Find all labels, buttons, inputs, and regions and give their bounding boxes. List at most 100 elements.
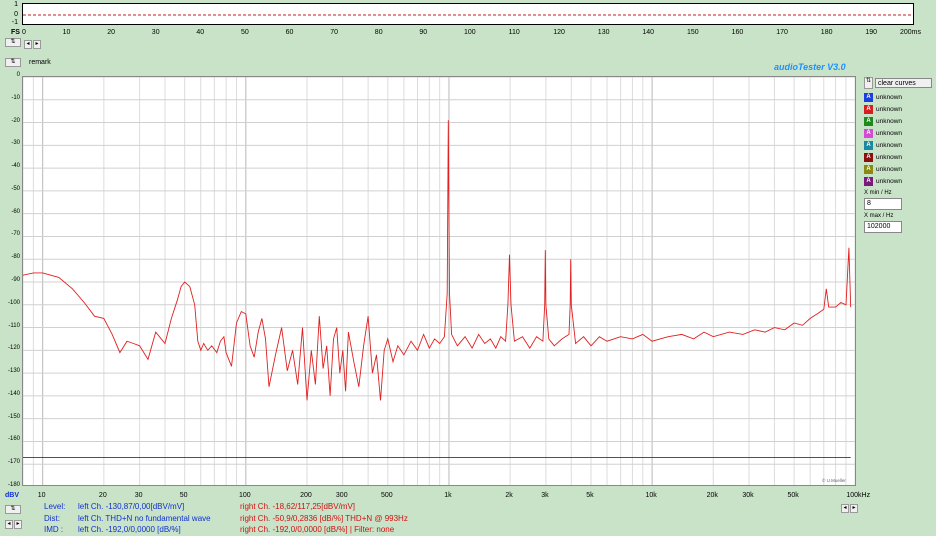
top-y-spinner[interactable]: ⇅	[5, 38, 21, 47]
time-tick-label: 90	[419, 29, 428, 36]
x-tick-label: 1k	[444, 492, 452, 499]
x-tick-label: 3k	[541, 492, 549, 499]
x-tick-label: 200	[300, 492, 312, 499]
legend-item[interactable]: Aunknown	[864, 151, 932, 163]
legend-item-label: unknown	[876, 153, 903, 161]
y-tick-label: -180	[7, 482, 20, 488]
time-tick-label: 140	[642, 29, 655, 36]
fs-label: FS	[11, 29, 20, 36]
legend-item[interactable]: Aunknown	[864, 163, 932, 175]
y-tick-label: -170	[7, 459, 20, 466]
level-right-value: right Ch. -18,62/117,25[dBV/mV]	[240, 502, 356, 511]
legend-item[interactable]: Aunknown	[864, 127, 932, 139]
level-left-value: left Ch. -130,87/0,00[dBV/mV]	[78, 502, 185, 511]
time-tick-label: 20	[107, 29, 115, 36]
time-tick-label: 10	[62, 29, 71, 36]
xmax-label: X max / Hz	[864, 213, 894, 219]
legend-item-label: unknown	[876, 93, 903, 101]
x-tick-label: 2k	[505, 492, 513, 499]
legend-item[interactable]: Aunknown	[864, 139, 932, 151]
time-tick-label: 50	[241, 29, 249, 36]
y-tick-label: -70	[11, 231, 20, 238]
time-tick-label: 70	[330, 29, 338, 36]
y-tick-label: -100	[7, 299, 20, 306]
time-tick-label: 30	[151, 29, 160, 36]
x-tick-label: 50k	[787, 492, 799, 499]
time-tick-label: 130	[597, 29, 610, 36]
legend-item-label: unknown	[876, 177, 903, 185]
x-tick-label: 500	[380, 492, 393, 499]
legend-swatch-icon[interactable]: A	[864, 92, 873, 102]
xmin-input[interactable]: 8	[864, 198, 902, 210]
x-tick-label: 5k	[586, 492, 594, 499]
y-tick-label: -110	[8, 322, 20, 329]
time-tick-label: 100	[464, 29, 476, 36]
time-domain-svg	[23, 14, 913, 16]
legend-item[interactable]: Aunknown	[864, 103, 932, 115]
fs-value: 0	[22, 29, 26, 36]
top-y-label-0: 0	[14, 11, 18, 18]
legend-swatch-icon[interactable]: A	[864, 176, 873, 186]
clear-curves-button[interactable]: clear curves	[875, 78, 932, 88]
x-tick-label: 10k	[645, 492, 657, 499]
spectrum-svg	[23, 77, 855, 485]
top-scroll-right-button[interactable]: ▸	[33, 40, 41, 49]
dist-right-value: right Ch. -50,9/0,2836 [dB/%] THD+N @ 99…	[240, 514, 408, 523]
time-domain-plot[interactable]	[22, 3, 914, 25]
legend-item-label: unknown	[876, 165, 903, 173]
legend-swatch-icon[interactable]: A	[864, 128, 873, 138]
legend-swatch-icon[interactable]: A	[864, 152, 873, 162]
legend-item-label: unknown	[876, 129, 903, 137]
y-tick-label: -30	[11, 140, 20, 147]
y-tick-label: 0	[16, 72, 20, 78]
time-tick-label: 40	[196, 29, 205, 36]
brand-title: audioTester V3.0	[774, 62, 846, 72]
right-scroll-left-button[interactable]: ◂	[841, 504, 849, 513]
remark-label: remark	[29, 59, 51, 66]
time-tick-label: 120	[553, 29, 565, 36]
bottom-scroll-left-button[interactable]: ◂	[5, 520, 13, 529]
time-tick-label: 150	[687, 29, 699, 36]
time-tick-label: 180	[820, 29, 833, 36]
y-tick-label: -120	[7, 345, 20, 352]
y-tick-label: -90	[11, 277, 20, 283]
legend-item-label: unknown	[876, 105, 903, 113]
imd-label: IMD :	[44, 525, 64, 534]
legend-swatch-icon[interactable]: A	[864, 164, 873, 174]
y-tick-label: -130	[7, 368, 20, 375]
x-tick-label: 20	[98, 492, 107, 499]
level-label: Level:	[44, 502, 66, 511]
legend-item[interactable]: Aunknown	[864, 115, 932, 127]
xmax-input[interactable]: 102000	[864, 221, 902, 233]
legend-spinner[interactable]: ⇅	[864, 77, 873, 89]
legend-item[interactable]: Aunknown	[864, 175, 932, 187]
y-tick-label: -50	[11, 185, 20, 192]
x-tick-label: 50	[179, 492, 188, 499]
top-scroll-left-button[interactable]: ◂	[24, 40, 32, 49]
time-tick-label: 200ms	[900, 29, 922, 36]
time-tick-label: 80	[374, 29, 383, 36]
y-tick-label: -10	[11, 94, 20, 101]
spectrum-plot[interactable]	[22, 76, 856, 486]
legend-swatch-icon[interactable]: A	[864, 140, 873, 150]
legend-swatch-icon[interactable]: A	[864, 116, 873, 126]
copyright-label: © U.Mueller	[822, 478, 846, 483]
legend-item[interactable]: Aunknown	[864, 91, 932, 103]
legend-panel: ⇅ clear curves Aunknown Aunknown Aunknown A…	[864, 77, 932, 233]
legend-swatch-icon[interactable]: A	[864, 104, 873, 114]
legend-item-label: unknown	[876, 117, 903, 125]
x-tick-label: 300	[335, 492, 348, 499]
right-scroll-right-button[interactable]: ▸	[850, 504, 858, 513]
imd-left-value: left Ch. -192,0/0,0000 [dB/%]	[78, 525, 181, 534]
bottom-scroll-right-button[interactable]: ▸	[14, 520, 22, 529]
x-tick-label: 10	[37, 492, 46, 499]
time-tick-label: 60	[285, 29, 294, 36]
time-tick-label: 190	[865, 29, 878, 36]
main-y-spinner[interactable]: ⇅	[5, 58, 21, 67]
y-tick-label: -150	[7, 413, 20, 420]
time-tick-label: 110	[508, 29, 520, 36]
legend-item-label: unknown	[876, 141, 903, 149]
imd-right-value: right Ch. -192,0/0,0000 [dB/%] | Filter:…	[240, 525, 395, 534]
bottom-spinner[interactable]: ⇅	[5, 505, 21, 514]
dist-left-value: left Ch. THD+N no fundamental wave	[78, 514, 211, 523]
